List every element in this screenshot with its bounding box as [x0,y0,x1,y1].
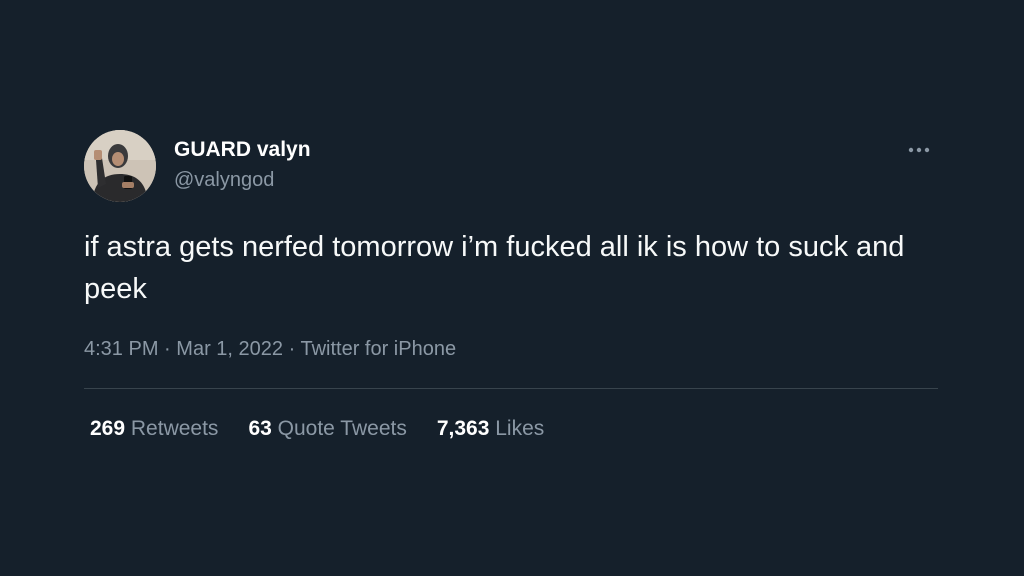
tweet-time[interactable]: 4:31 PM [84,338,158,360]
divider [84,388,938,389]
tweet-source[interactable]: Twitter for iPhone [300,338,456,360]
engagement-stats: 269 Retweets 63 Quote Tweets 7,363 Likes [90,417,544,441]
retweets-stat[interactable]: 269 Retweets [90,417,218,441]
ellipsis-icon [908,147,930,153]
more-options-button[interactable] [904,140,934,160]
quote-tweets-count: 63 [248,417,272,440]
author-handle[interactable]: @valyngod [174,169,274,192]
likes-stat[interactable]: 7,363 Likes [437,417,544,441]
tweet-date[interactable]: Mar 1, 2022 [176,338,283,360]
retweets-label: Retweets [130,417,219,440]
tweet-text: if astra gets nerfed tomorrow i’m fucked… [84,231,905,305]
profile-photo-icon [84,130,156,202]
tweet-card: GUARD valyn @valyngod if astra gets nerf… [84,126,938,456]
meta-separator: · [288,338,296,360]
retweets-count: 269 [90,417,126,440]
quote-tweets-stat[interactable]: 63 Quote Tweets [248,417,406,441]
quote-tweets-label: Quote Tweets [277,417,407,440]
avatar[interactable] [84,130,156,202]
likes-label: Likes [495,417,545,440]
author-display-name[interactable]: GUARD valyn [174,138,311,162]
meta-separator: · [164,338,171,360]
tweet-metadata: 4:31 PM · Mar 1, 2022 · Twitter for iPho… [84,338,456,361]
likes-count: 7,363 [436,417,490,440]
